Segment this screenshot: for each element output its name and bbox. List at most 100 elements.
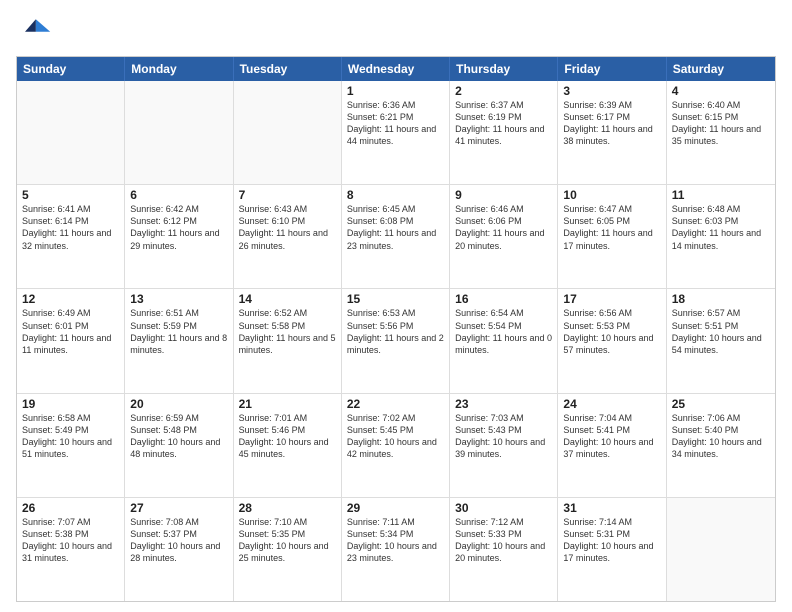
day-number: 25 <box>672 397 770 411</box>
day-number: 18 <box>672 292 770 306</box>
calendar-cell: 29Sunrise: 7:11 AM Sunset: 5:34 PM Dayli… <box>342 498 450 601</box>
cell-info: Sunrise: 6:37 AM Sunset: 6:19 PM Dayligh… <box>455 99 552 148</box>
cell-info: Sunrise: 6:41 AM Sunset: 6:14 PM Dayligh… <box>22 203 119 252</box>
cell-info: Sunrise: 7:10 AM Sunset: 5:35 PM Dayligh… <box>239 516 336 565</box>
cell-info: Sunrise: 6:59 AM Sunset: 5:48 PM Dayligh… <box>130 412 227 461</box>
cell-info: Sunrise: 6:51 AM Sunset: 5:59 PM Dayligh… <box>130 307 227 356</box>
cell-info: Sunrise: 7:11 AM Sunset: 5:34 PM Dayligh… <box>347 516 444 565</box>
calendar-cell: 20Sunrise: 6:59 AM Sunset: 5:48 PM Dayli… <box>125 394 233 497</box>
calendar-cell: 23Sunrise: 7:03 AM Sunset: 5:43 PM Dayli… <box>450 394 558 497</box>
calendar-cell: 3Sunrise: 6:39 AM Sunset: 6:17 PM Daylig… <box>558 81 666 184</box>
calendar-cell: 10Sunrise: 6:47 AM Sunset: 6:05 PM Dayli… <box>558 185 666 288</box>
calendar-cell: 17Sunrise: 6:56 AM Sunset: 5:53 PM Dayli… <box>558 289 666 392</box>
cell-info: Sunrise: 6:39 AM Sunset: 6:17 PM Dayligh… <box>563 99 660 148</box>
cell-info: Sunrise: 7:04 AM Sunset: 5:41 PM Dayligh… <box>563 412 660 461</box>
calendar-cell: 24Sunrise: 7:04 AM Sunset: 5:41 PM Dayli… <box>558 394 666 497</box>
day-number: 20 <box>130 397 227 411</box>
day-number: 24 <box>563 397 660 411</box>
cell-info: Sunrise: 6:43 AM Sunset: 6:10 PM Dayligh… <box>239 203 336 252</box>
calendar-cell: 8Sunrise: 6:45 AM Sunset: 6:08 PM Daylig… <box>342 185 450 288</box>
logo <box>16 12 56 48</box>
day-number: 22 <box>347 397 444 411</box>
day-number: 1 <box>347 84 444 98</box>
weekday-header-saturday: Saturday <box>667 57 775 81</box>
calendar-cell <box>125 81 233 184</box>
cell-info: Sunrise: 7:01 AM Sunset: 5:46 PM Dayligh… <box>239 412 336 461</box>
weekday-header-monday: Monday <box>125 57 233 81</box>
day-number: 26 <box>22 501 119 515</box>
cell-info: Sunrise: 6:58 AM Sunset: 5:49 PM Dayligh… <box>22 412 119 461</box>
cell-info: Sunrise: 6:40 AM Sunset: 6:15 PM Dayligh… <box>672 99 770 148</box>
cell-info: Sunrise: 6:45 AM Sunset: 6:08 PM Dayligh… <box>347 203 444 252</box>
day-number: 31 <box>563 501 660 515</box>
calendar-cell: 13Sunrise: 6:51 AM Sunset: 5:59 PM Dayli… <box>125 289 233 392</box>
day-number: 10 <box>563 188 660 202</box>
cell-info: Sunrise: 6:47 AM Sunset: 6:05 PM Dayligh… <box>563 203 660 252</box>
calendar-cell: 27Sunrise: 7:08 AM Sunset: 5:37 PM Dayli… <box>125 498 233 601</box>
calendar-cell: 18Sunrise: 6:57 AM Sunset: 5:51 PM Dayli… <box>667 289 775 392</box>
cell-info: Sunrise: 6:52 AM Sunset: 5:58 PM Dayligh… <box>239 307 336 356</box>
calendar-cell: 25Sunrise: 7:06 AM Sunset: 5:40 PM Dayli… <box>667 394 775 497</box>
cell-info: Sunrise: 6:48 AM Sunset: 6:03 PM Dayligh… <box>672 203 770 252</box>
calendar: SundayMondayTuesdayWednesdayThursdayFrid… <box>16 56 776 602</box>
cell-info: Sunrise: 6:54 AM Sunset: 5:54 PM Dayligh… <box>455 307 552 356</box>
day-number: 2 <box>455 84 552 98</box>
calendar-row-2: 5Sunrise: 6:41 AM Sunset: 6:14 PM Daylig… <box>17 184 775 288</box>
calendar-cell: 22Sunrise: 7:02 AM Sunset: 5:45 PM Dayli… <box>342 394 450 497</box>
calendar-cell: 28Sunrise: 7:10 AM Sunset: 5:35 PM Dayli… <box>234 498 342 601</box>
day-number: 17 <box>563 292 660 306</box>
day-number: 15 <box>347 292 444 306</box>
weekday-header-wednesday: Wednesday <box>342 57 450 81</box>
calendar-cell: 5Sunrise: 6:41 AM Sunset: 6:14 PM Daylig… <box>17 185 125 288</box>
calendar-cell: 12Sunrise: 6:49 AM Sunset: 6:01 PM Dayli… <box>17 289 125 392</box>
calendar-cell <box>667 498 775 601</box>
calendar-cell: 21Sunrise: 7:01 AM Sunset: 5:46 PM Dayli… <box>234 394 342 497</box>
calendar-cell: 16Sunrise: 6:54 AM Sunset: 5:54 PM Dayli… <box>450 289 558 392</box>
calendar-row-5: 26Sunrise: 7:07 AM Sunset: 5:38 PM Dayli… <box>17 497 775 601</box>
calendar-header: SundayMondayTuesdayWednesdayThursdayFrid… <box>17 57 775 81</box>
day-number: 8 <box>347 188 444 202</box>
page-header <box>16 12 776 48</box>
calendar-body: 1Sunrise: 6:36 AM Sunset: 6:21 PM Daylig… <box>17 81 775 601</box>
cell-info: Sunrise: 7:14 AM Sunset: 5:31 PM Dayligh… <box>563 516 660 565</box>
day-number: 6 <box>130 188 227 202</box>
cell-info: Sunrise: 7:02 AM Sunset: 5:45 PM Dayligh… <box>347 412 444 461</box>
day-number: 13 <box>130 292 227 306</box>
cell-info: Sunrise: 7:06 AM Sunset: 5:40 PM Dayligh… <box>672 412 770 461</box>
cell-info: Sunrise: 7:07 AM Sunset: 5:38 PM Dayligh… <box>22 516 119 565</box>
cell-info: Sunrise: 6:36 AM Sunset: 6:21 PM Dayligh… <box>347 99 444 148</box>
calendar-row-3: 12Sunrise: 6:49 AM Sunset: 6:01 PM Dayli… <box>17 288 775 392</box>
calendar-cell: 15Sunrise: 6:53 AM Sunset: 5:56 PM Dayli… <box>342 289 450 392</box>
cell-info: Sunrise: 6:49 AM Sunset: 6:01 PM Dayligh… <box>22 307 119 356</box>
calendar-cell: 11Sunrise: 6:48 AM Sunset: 6:03 PM Dayli… <box>667 185 775 288</box>
calendar-cell: 30Sunrise: 7:12 AM Sunset: 5:33 PM Dayli… <box>450 498 558 601</box>
calendar-cell <box>234 81 342 184</box>
day-number: 14 <box>239 292 336 306</box>
cell-info: Sunrise: 6:57 AM Sunset: 5:51 PM Dayligh… <box>672 307 770 356</box>
calendar-cell: 26Sunrise: 7:07 AM Sunset: 5:38 PM Dayli… <box>17 498 125 601</box>
day-number: 11 <box>672 188 770 202</box>
calendar-cell: 2Sunrise: 6:37 AM Sunset: 6:19 PM Daylig… <box>450 81 558 184</box>
day-number: 29 <box>347 501 444 515</box>
day-number: 23 <box>455 397 552 411</box>
calendar-cell: 9Sunrise: 6:46 AM Sunset: 6:06 PM Daylig… <box>450 185 558 288</box>
day-number: 19 <box>22 397 119 411</box>
cell-info: Sunrise: 6:46 AM Sunset: 6:06 PM Dayligh… <box>455 203 552 252</box>
calendar-row-4: 19Sunrise: 6:58 AM Sunset: 5:49 PM Dayli… <box>17 393 775 497</box>
calendar-cell: 4Sunrise: 6:40 AM Sunset: 6:15 PM Daylig… <box>667 81 775 184</box>
day-number: 3 <box>563 84 660 98</box>
cell-info: Sunrise: 7:03 AM Sunset: 5:43 PM Dayligh… <box>455 412 552 461</box>
day-number: 27 <box>130 501 227 515</box>
weekday-header-friday: Friday <box>558 57 666 81</box>
calendar-cell <box>17 81 125 184</box>
cell-info: Sunrise: 6:53 AM Sunset: 5:56 PM Dayligh… <box>347 307 444 356</box>
day-number: 5 <box>22 188 119 202</box>
cell-info: Sunrise: 7:08 AM Sunset: 5:37 PM Dayligh… <box>130 516 227 565</box>
day-number: 7 <box>239 188 336 202</box>
day-number: 30 <box>455 501 552 515</box>
day-number: 21 <box>239 397 336 411</box>
cell-info: Sunrise: 6:42 AM Sunset: 6:12 PM Dayligh… <box>130 203 227 252</box>
day-number: 4 <box>672 84 770 98</box>
weekday-header-thursday: Thursday <box>450 57 558 81</box>
weekday-header-sunday: Sunday <box>17 57 125 81</box>
